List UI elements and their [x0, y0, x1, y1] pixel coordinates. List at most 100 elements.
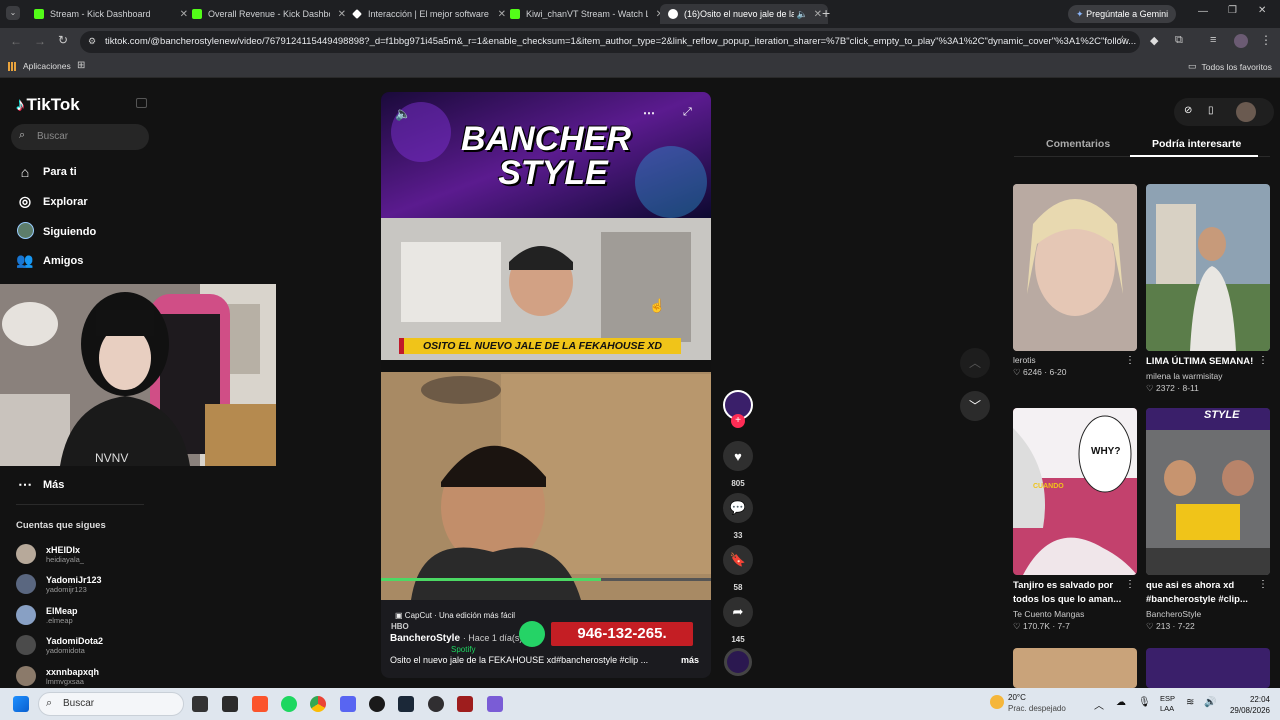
following-item[interactable]: YadomiDota2 yadomidota [16, 635, 103, 655]
fullscreen-icon[interactable]: ⤢ [683, 106, 692, 119]
volume-icon[interactable]: 🔊 [1204, 697, 1216, 708]
bookmark-star-icon[interactable]: ☆ [1117, 33, 1128, 47]
new-tab-button[interactable]: + [822, 5, 830, 21]
discord-icon[interactable] [340, 696, 356, 712]
extension-icon[interactable]: ◆ [1150, 34, 1158, 47]
site-info-icon[interactable]: ⚙ [88, 36, 96, 47]
mute-icon[interactable]: 🔈 [395, 106, 411, 122]
following-item[interactable]: YadomiJr123 yadomijr123 [16, 574, 102, 594]
weather-widget[interactable]: 20°C Prac. despejado [990, 692, 1066, 714]
video-player[interactable]: BANCHER STYLE 🔈 ⋯ ⤢ OSITO EL NUEVO JALE … [381, 92, 711, 678]
microphone-icon[interactable]: 🎙 [1138, 697, 1151, 708]
profile-avatar[interactable] [1236, 102, 1256, 122]
search-input[interactable]: ⌕ Buscar [11, 124, 149, 150]
author-row[interactable]: BancheroStyle · Hace 1 día(s) [390, 633, 522, 644]
share-button[interactable]: ➦ 145 [722, 597, 754, 644]
task-view-icon[interactable] [192, 696, 208, 712]
chrome-icon[interactable] [310, 696, 326, 712]
more-link[interactable]: más [681, 655, 699, 665]
wifi-icon[interactable]: ≋ [1186, 697, 1194, 708]
all-bookmarks[interactable]: ▭ Todos los favoritos [1188, 61, 1272, 72]
video-card[interactable]: WHY? CUANDO Tanjiro es salvado por todos… [1013, 408, 1137, 632]
card-author: milena la warmisitay [1146, 371, 1223, 381]
app-icon[interactable] [369, 696, 385, 712]
next-video-button[interactable]: ﹀ [960, 391, 990, 421]
obs-icon[interactable] [428, 696, 444, 712]
tiktok-logo[interactable]: ♪ TikTok [16, 95, 80, 115]
windows-start-icon[interactable] [13, 696, 29, 712]
following-item[interactable]: ElMeap .elmeap [16, 605, 78, 625]
address-bar[interactable]: ⚙ tiktok.com/@bancherostylenew/video/767… [80, 31, 1140, 53]
upload-icon[interactable]: ⊘ [1184, 105, 1192, 116]
nav-mas[interactable]: ⋯ Más [16, 476, 64, 493]
minimize-button[interactable]: — [1198, 6, 1208, 17]
card-more-icon[interactable]: ⋮ [1258, 579, 1268, 590]
brave-icon[interactable] [252, 696, 268, 712]
menu-icon[interactable]: ⋮ [1260, 33, 1272, 47]
spotify-icon[interactable] [281, 696, 297, 712]
reload-icon[interactable]: ↻ [58, 33, 68, 47]
dota-icon[interactable] [457, 696, 473, 712]
gemini-button[interactable]: ✦ Pregúntale a Gemini [1068, 5, 1176, 23]
tab-tiktok-active[interactable]: (16)Osito el nuevo jale de la 🔈 ✕ [660, 4, 828, 24]
tab-podria-interesarte[interactable]: Podría interesarte [1152, 138, 1241, 150]
taskbar-search[interactable]: ⌕ Buscar [38, 692, 184, 716]
app-icon[interactable] [487, 696, 503, 712]
tab-kick-dashboard[interactable]: Stream - Kick Dashboard ✕ [26, 4, 194, 24]
close-icon[interactable]: ✕ [814, 9, 822, 20]
media-icon[interactable]: ≡ [1210, 34, 1216, 46]
video-card[interactable]: LIMA ÚLTIMA SEMANA! milena la warmisitay… [1146, 184, 1270, 394]
music-disc[interactable] [722, 648, 754, 676]
tab-interaccion[interactable]: Interacción | El mejor software ✕ [344, 4, 512, 24]
card-stats: ♡ 6246 · 6-20 [1013, 367, 1067, 377]
creator-avatar[interactable]: + [722, 390, 754, 428]
video-thumbnail [1146, 184, 1270, 351]
tab-groups-icon[interactable]: ⊞ [77, 60, 85, 71]
video-card-partial[interactable] [1146, 648, 1270, 688]
clock[interactable]: 22:04 29/08/2026 [1222, 694, 1270, 716]
speaker-icon[interactable]: 🔈 [797, 9, 808, 20]
nav-amigos[interactable]: 👥 Amigos [16, 252, 83, 269]
close-window-button[interactable]: ✕ [1258, 5, 1266, 16]
following-item[interactable]: xxnnbapxqh lmmvgxsaa [16, 666, 99, 686]
card-more-icon[interactable]: ⋮ [1125, 579, 1135, 590]
collapse-sidebar-icon[interactable] [136, 98, 147, 108]
forward-icon[interactable]: → [34, 34, 46, 48]
following-item[interactable]: xHEIDIx heidiayala_ [16, 544, 84, 564]
tab-comentarios[interactable]: Comentarios [1046, 138, 1110, 150]
video-card[interactable]: lerotis ♡ 6246 · 6-20 ⋮ [1013, 184, 1137, 378]
save-button[interactable]: 🔖 58 [722, 545, 754, 592]
follow-plus-icon[interactable]: + [731, 414, 745, 428]
language-indicator[interactable]: ESP LAA [1160, 694, 1175, 714]
avatar [16, 605, 36, 625]
card-title: Tanjiro es salvado por todos los que lo … [1013, 580, 1122, 605]
back-icon[interactable]: ← [10, 34, 22, 48]
app-icon[interactable] [222, 696, 238, 712]
steam-icon[interactable] [398, 696, 414, 712]
nav-explorar[interactable]: ◎ Explorar [16, 193, 88, 210]
video-card-partial[interactable] [1013, 648, 1137, 688]
thumbnail-image [1146, 408, 1270, 575]
nav-para-ti[interactable]: ⌂ Para ti [16, 164, 77, 180]
tab-search-button[interactable]: ⌄ [6, 6, 20, 20]
apps-bookmark[interactable]: Aplicaciones [8, 61, 71, 71]
tab-kiwi-stream[interactable]: Kiwi_chanVT Stream - Watch Live ✕ [502, 4, 670, 24]
previous-video-button[interactable]: ︿ [960, 348, 990, 378]
profile-avatar[interactable] [1234, 34, 1248, 48]
comment-button[interactable]: 💬 33 [722, 493, 754, 540]
capcut-tag[interactable]: ▣ CapCut · Una edición más fácil [395, 611, 515, 620]
nav-siguiendo[interactable]: Siguiendo [16, 222, 96, 242]
more-options-icon[interactable]: ⋯ [643, 106, 655, 120]
maximize-button[interactable]: ❐ [1228, 5, 1237, 16]
video-caption-bar: OSITO EL NUEVO JALE DE LA FEKAHOUSE XD [399, 338, 681, 354]
kick-icon [510, 9, 520, 19]
tray-chevron-icon[interactable]: ︿ [1094, 697, 1104, 712]
card-more-icon[interactable]: ⋮ [1258, 355, 1268, 366]
device-icon[interactable]: ▯ [1208, 105, 1214, 116]
video-card[interactable]: STYLE que asi es ahora xd #bancherostyle… [1146, 408, 1270, 632]
tab-overall-revenue[interactable]: Overall Revenue - Kick Dashboard ✕ [184, 4, 352, 24]
network-icon[interactable]: ☁ [1116, 697, 1126, 708]
like-button[interactable]: ♥ 805 [722, 441, 754, 488]
card-more-icon[interactable]: ⋮ [1125, 355, 1135, 366]
extensions-puzzle-icon[interactable]: ⧉ [1175, 34, 1183, 47]
